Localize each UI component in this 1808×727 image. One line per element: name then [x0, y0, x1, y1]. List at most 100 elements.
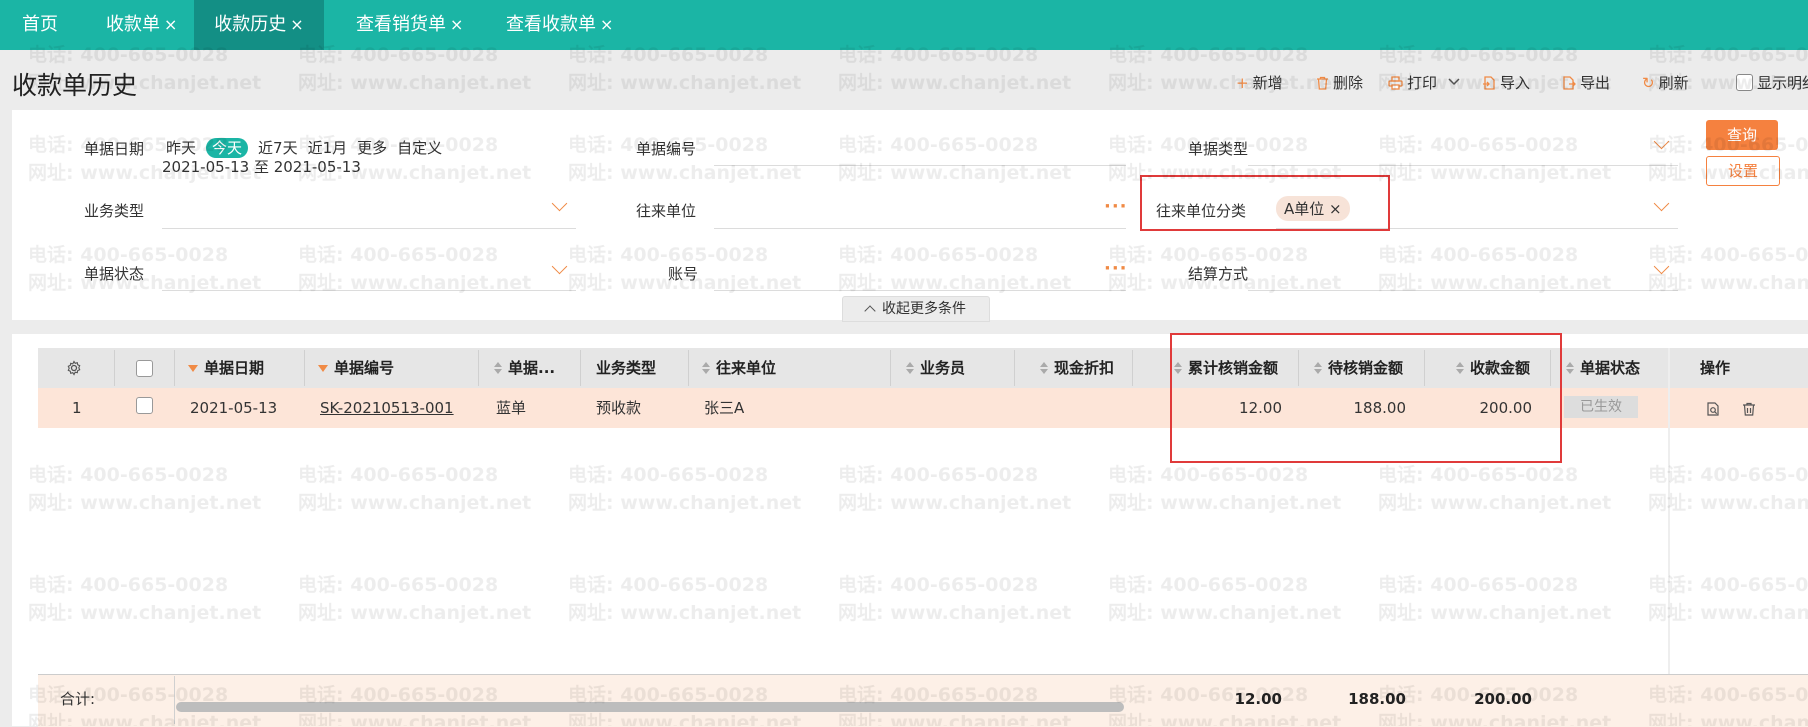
column-header[interactable]: 单据...	[494, 348, 555, 388]
quick-date-7days[interactable]: 近7天	[258, 139, 298, 157]
column-header[interactable]: 单据日期	[188, 348, 264, 388]
row-code-link[interactable]: SK-20210513-001	[320, 388, 454, 428]
query-button[interactable]: 查询	[1706, 120, 1778, 150]
column-divider[interactable]	[688, 350, 689, 386]
chevron-down-icon[interactable]	[1448, 77, 1460, 87]
date-label: 单据日期	[84, 140, 145, 158]
column-label: 业务类型	[596, 359, 657, 377]
status-label: 单据状态	[84, 265, 145, 283]
refresh-icon: ↻	[1642, 74, 1655, 92]
account-label: 账号	[668, 265, 699, 283]
tab-view-sales[interactable]: 查看销货单 ×	[346, 0, 473, 50]
account-input[interactable]	[714, 290, 1126, 291]
close-icon[interactable]: ×	[600, 15, 613, 34]
column-header[interactable]: 单据状态	[1566, 348, 1640, 388]
watermark-url: 网址: www.chanjet.net	[838, 72, 1072, 94]
column-divider[interactable]	[174, 350, 175, 386]
show-detail-toggle[interactable]: 显示明细	[1736, 72, 1808, 96]
show-detail-label: 显示明细	[1757, 74, 1808, 92]
select-all-checkbox[interactable]	[136, 360, 153, 377]
sort-desc-icon[interactable]	[188, 365, 198, 372]
import-button[interactable]: 导入	[1482, 72, 1530, 96]
more-icon[interactable]: ···	[1104, 196, 1128, 217]
column-header[interactable]: 业务员	[906, 348, 965, 388]
column-label: 单据...	[508, 359, 556, 377]
tab-receipt[interactable]: 收款单 ×	[96, 0, 187, 50]
quick-date-1month[interactable]: 近1月	[308, 139, 348, 157]
row-doc-kind: 蓝单	[496, 399, 527, 417]
column-header[interactable]: 现金折扣	[1040, 348, 1114, 388]
column-header[interactable]: 往来单位	[702, 348, 776, 388]
column-label: 现金折扣	[1054, 359, 1115, 377]
tab-receipt-history[interactable]: 收款历史 ×	[194, 0, 324, 50]
partner-input[interactable]	[714, 228, 1126, 229]
code-input[interactable]	[714, 165, 1126, 166]
total-amount: 200.00	[1474, 690, 1532, 708]
column-divider[interactable]	[1014, 350, 1015, 386]
column-label: 业务员	[920, 359, 966, 377]
column-divider[interactable]	[304, 350, 305, 386]
column-label: 单据日期	[204, 359, 265, 377]
more-icon[interactable]: ···	[1104, 258, 1128, 279]
show-detail-checkbox[interactable]	[1736, 74, 1753, 91]
column-label: 单据状态	[1580, 359, 1641, 377]
quick-date-today[interactable]: 今天	[206, 138, 249, 158]
date-range-value[interactable]: 2021-05-13 至 2021-05-13	[162, 156, 361, 177]
sort-desc-icon[interactable]	[318, 365, 328, 372]
view-detail-icon[interactable]	[1706, 402, 1720, 416]
biz-type-select[interactable]	[162, 228, 576, 229]
quick-date-options: 昨天 今天 近7天 近1月 更多 自定义	[166, 137, 452, 158]
sort-icon[interactable]	[494, 362, 502, 374]
total-pending: 188.00	[1348, 690, 1406, 708]
sort-icon[interactable]	[1566, 362, 1574, 374]
add-button[interactable]: + 新增	[1236, 72, 1283, 96]
annotation-box	[1140, 175, 1390, 231]
plus-icon: +	[1236, 74, 1249, 92]
row-checkbox[interactable]	[136, 397, 153, 414]
status-badge: 已生效	[1564, 396, 1638, 418]
column-divider[interactable]	[580, 350, 581, 386]
code-link-text[interactable]: SK-20210513-001	[320, 399, 454, 417]
tab-label: 查看销货单	[356, 14, 446, 35]
column-label: 单据编号	[334, 359, 395, 377]
fixed-column-shadow	[1668, 348, 1670, 726]
column-divider[interactable]	[478, 350, 479, 386]
sort-icon[interactable]	[702, 362, 710, 374]
biz-type-label: 业务类型	[84, 202, 145, 220]
quick-date-more[interactable]: 更多	[357, 139, 387, 157]
horizontal-scrollbar[interactable]	[176, 702, 1124, 712]
refresh-button[interactable]: ↻ 刷新	[1642, 72, 1689, 96]
sort-icon[interactable]	[1040, 362, 1048, 374]
close-icon[interactable]: ×	[450, 15, 463, 34]
column-label: 往来单位	[716, 359, 777, 377]
annotation-box	[1170, 333, 1562, 463]
export-label: 导出	[1580, 74, 1611, 92]
watermark-url: 网址: www.chanjet.net	[298, 72, 532, 94]
trash-icon	[1316, 74, 1329, 92]
collapse-conditions-button[interactable]: 收起更多条件	[842, 296, 990, 322]
refresh-label: 刷新	[1658, 74, 1689, 92]
column-header[interactable]: 单据编号	[318, 348, 394, 388]
quick-date-yesterday[interactable]: 昨天	[166, 139, 196, 157]
close-icon[interactable]: ×	[164, 15, 177, 34]
delete-button[interactable]: 删除	[1316, 72, 1363, 96]
doc-type-select[interactable]	[1248, 165, 1678, 166]
close-icon[interactable]: ×	[290, 15, 303, 34]
print-button[interactable]: 打印	[1388, 72, 1460, 96]
settings-button[interactable]: 设置	[1706, 156, 1780, 186]
trash-icon[interactable]	[1742, 402, 1756, 416]
sort-icon[interactable]	[906, 362, 914, 374]
tab-label: 首页	[22, 14, 58, 35]
quick-date-custom[interactable]: 自定义	[397, 139, 442, 157]
export-button[interactable]: 导出	[1562, 72, 1610, 96]
tab-home[interactable]: 首页	[0, 0, 80, 50]
column-divider[interactable]	[114, 350, 115, 386]
column-settings-icon[interactable]	[66, 348, 82, 388]
tab-view-receipt[interactable]: 查看收款单 ×	[496, 0, 623, 50]
column-divider[interactable]	[1132, 350, 1133, 386]
column-divider[interactable]	[890, 350, 891, 386]
status-select[interactable]	[162, 290, 576, 291]
row-partner: 张三A	[704, 399, 745, 417]
settlement-select[interactable]	[1248, 290, 1678, 291]
import-label: 导入	[1500, 74, 1531, 92]
